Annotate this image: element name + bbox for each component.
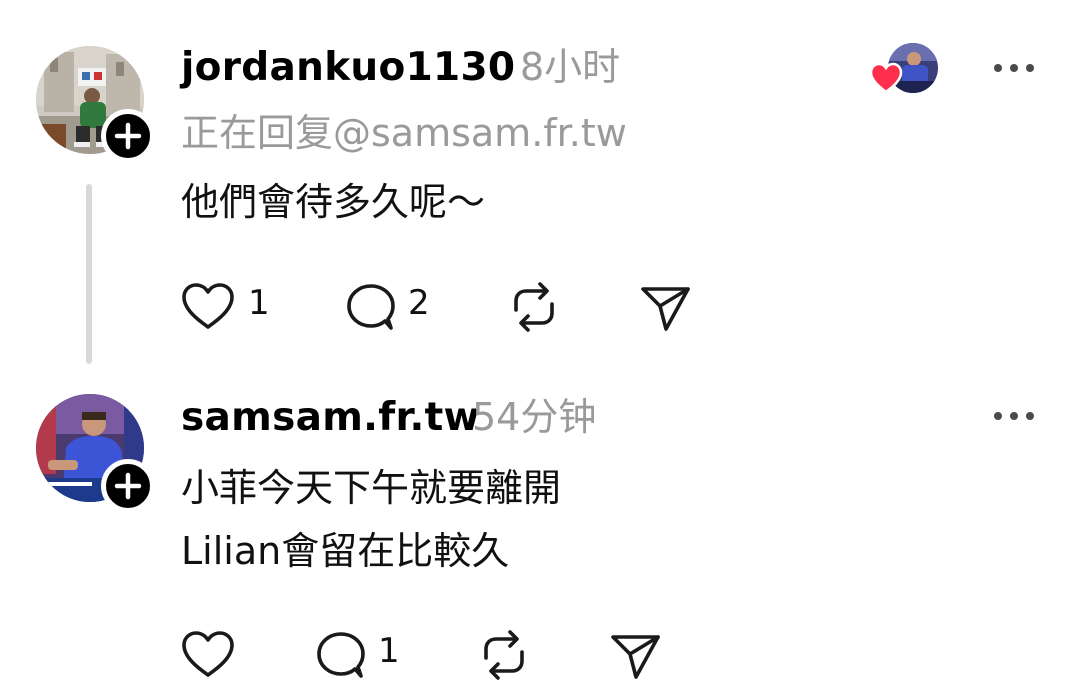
more-options-button[interactable] [992,58,1036,78]
ellipsis-icon [994,412,1034,420]
speech-bubble-icon [347,284,395,330]
replying-to-label[interactable]: 正在回复@samsam.fr.tw [181,114,627,152]
post-text-line: Lilian會留在比較久 [181,529,510,573]
more-options-button[interactable] [992,406,1036,426]
ellipsis-icon [994,64,1034,72]
repost-arrows-icon [484,630,524,680]
like-button[interactable]: 1 [180,280,280,334]
repost-button[interactable] [476,628,532,682]
reply-count: 1 [378,631,400,671]
post-jordankuo1130: jordankuo1130 8小时 正在回复@samsam.fr.tw 他們會待… [0,0,1080,380]
post-text-line: 小菲今天下午就要離開 [181,466,562,510]
username[interactable]: samsam.fr.tw [181,398,480,437]
plus-icon [114,122,142,150]
post-samsam-fr-tw: samsam.fr.tw 54分钟 小菲今天下午就要離開 Lilian會留在比較… [0,380,1080,686]
heart-outline-icon [182,631,234,677]
repost-arrows-icon [514,282,554,332]
timestamp: 54分钟 [472,395,597,439]
paper-plane-icon [611,635,660,679]
username[interactable]: jordankuo1130 [181,48,515,87]
reply-count: 2 [408,283,430,323]
reply-button[interactable]: 1 [314,628,414,682]
timestamp: 8小时 [520,45,621,89]
speech-bubble-icon [317,632,365,678]
plus-icon [114,472,142,500]
thread-line [86,184,92,364]
reply-button[interactable]: 2 [344,280,444,334]
share-button[interactable] [638,280,694,334]
share-button[interactable] [608,628,664,682]
like-button[interactable] [180,628,240,682]
repost-button[interactable] [506,280,562,334]
heart-outline-icon [182,283,234,329]
follow-button[interactable] [101,109,155,163]
paper-plane-icon [641,287,690,331]
red-heart-icon [869,62,903,94]
like-count: 1 [248,283,270,323]
post-text-line: 他們會待多久呢～ [181,180,486,224]
follow-button[interactable] [101,459,155,513]
